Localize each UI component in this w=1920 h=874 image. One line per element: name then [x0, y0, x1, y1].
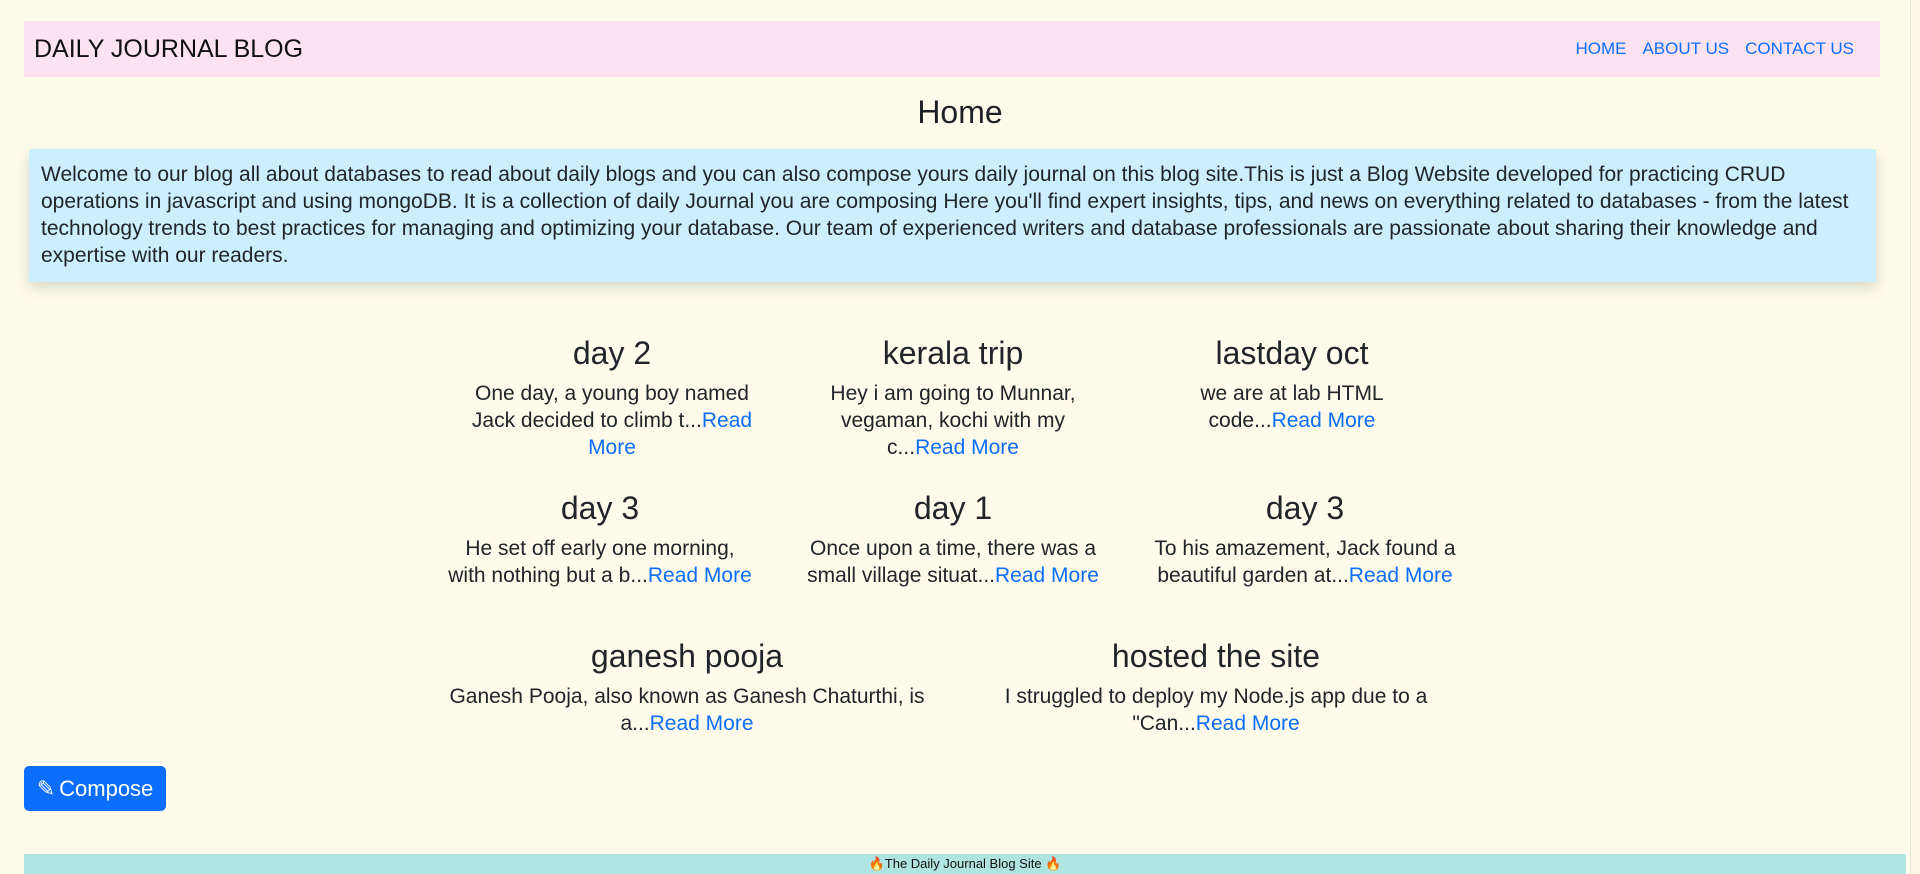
post-title: day 3 — [560, 490, 640, 526]
intro-card: Welcome to our blog all about databases … — [29, 149, 1876, 282]
post-card: lastday oct we are at lab HTML code...Re… — [1172, 334, 1412, 434]
post-title: lastday oct — [1215, 335, 1369, 371]
post-excerpt: we are at lab HTML code...Read More — [1200, 382, 1384, 432]
post-excerpt: He set off early one morning, with nothi… — [448, 537, 752, 587]
footer-text: 🔥The Daily Journal Blog Site 🔥 — [868, 856, 1062, 871]
post-excerpt: One day, a young boy named Jack decided … — [471, 382, 753, 459]
compose-button[interactable]: ✎ Compose — [24, 766, 166, 811]
post-card: ganesh pooja Ganesh Pooja, also known as… — [437, 637, 937, 737]
compose-label: Compose — [59, 775, 154, 801]
read-more-link[interactable]: Read More — [650, 712, 754, 735]
post-title: day 2 — [572, 335, 652, 371]
read-more-link[interactable]: Read More — [1349, 564, 1453, 587]
intro-text: Welcome to our blog all about databases … — [41, 163, 1849, 267]
page-title: Home — [917, 94, 1003, 130]
post-card: day 3 To his amazement, Jack found a bea… — [1135, 489, 1475, 589]
post-excerpt: To his amazement, Jack found a beautiful… — [1154, 537, 1456, 587]
pencil-icon: ✎ — [36, 775, 56, 801]
post-card: day 1 Once upon a time, there was a smal… — [788, 489, 1118, 589]
post-excerpt: I struggled to deploy my Node.js app due… — [1004, 685, 1428, 735]
post-title: day 1 — [913, 490, 993, 526]
post-title: hosted the site — [1111, 638, 1321, 674]
post-card: kerala trip Hey i am going to Munnar, ve… — [803, 334, 1103, 461]
read-more-link[interactable]: Read More — [1272, 409, 1376, 432]
post-card: hosted the site I struggled to deploy my… — [988, 637, 1444, 737]
read-more-link[interactable]: Read More — [1196, 712, 1300, 735]
nav-link-about-us[interactable]: ABOUT US — [1642, 39, 1729, 59]
post-excerpt: Once upon a time, there was a small vill… — [807, 537, 1099, 587]
post-card: day 3 He set off early one morning, with… — [445, 489, 755, 589]
site-brand[interactable]: DAILY JOURNAL BLOG — [34, 35, 303, 64]
post-excerpt: Hey i am going to Munnar, vegaman, kochi… — [830, 382, 1076, 459]
post-title: ganesh pooja — [590, 638, 784, 674]
nav-link-home[interactable]: HOME — [1575, 39, 1626, 59]
nav-links: HOME ABOUT US CONTACT US — [1575, 39, 1870, 59]
page-scrollbar[interactable] — [1910, 0, 1920, 874]
post-title: day 3 — [1265, 490, 1345, 526]
post-title: kerala trip — [882, 335, 1024, 371]
footer: 🔥The Daily Journal Blog Site 🔥 — [24, 854, 1906, 874]
navbar: DAILY JOURNAL BLOG HOME ABOUT US CONTACT… — [24, 21, 1880, 77]
post-excerpt: Ganesh Pooja, also known as Ganesh Chatu… — [449, 685, 925, 735]
post-card: day 2 One day, a young boy named Jack de… — [452, 334, 772, 461]
read-more-link[interactable]: Read More — [995, 564, 1099, 587]
read-more-link[interactable]: Read More — [648, 564, 752, 587]
read-more-link[interactable]: Read More — [915, 436, 1019, 459]
nav-link-contact-us[interactable]: CONTACT US — [1745, 39, 1854, 59]
